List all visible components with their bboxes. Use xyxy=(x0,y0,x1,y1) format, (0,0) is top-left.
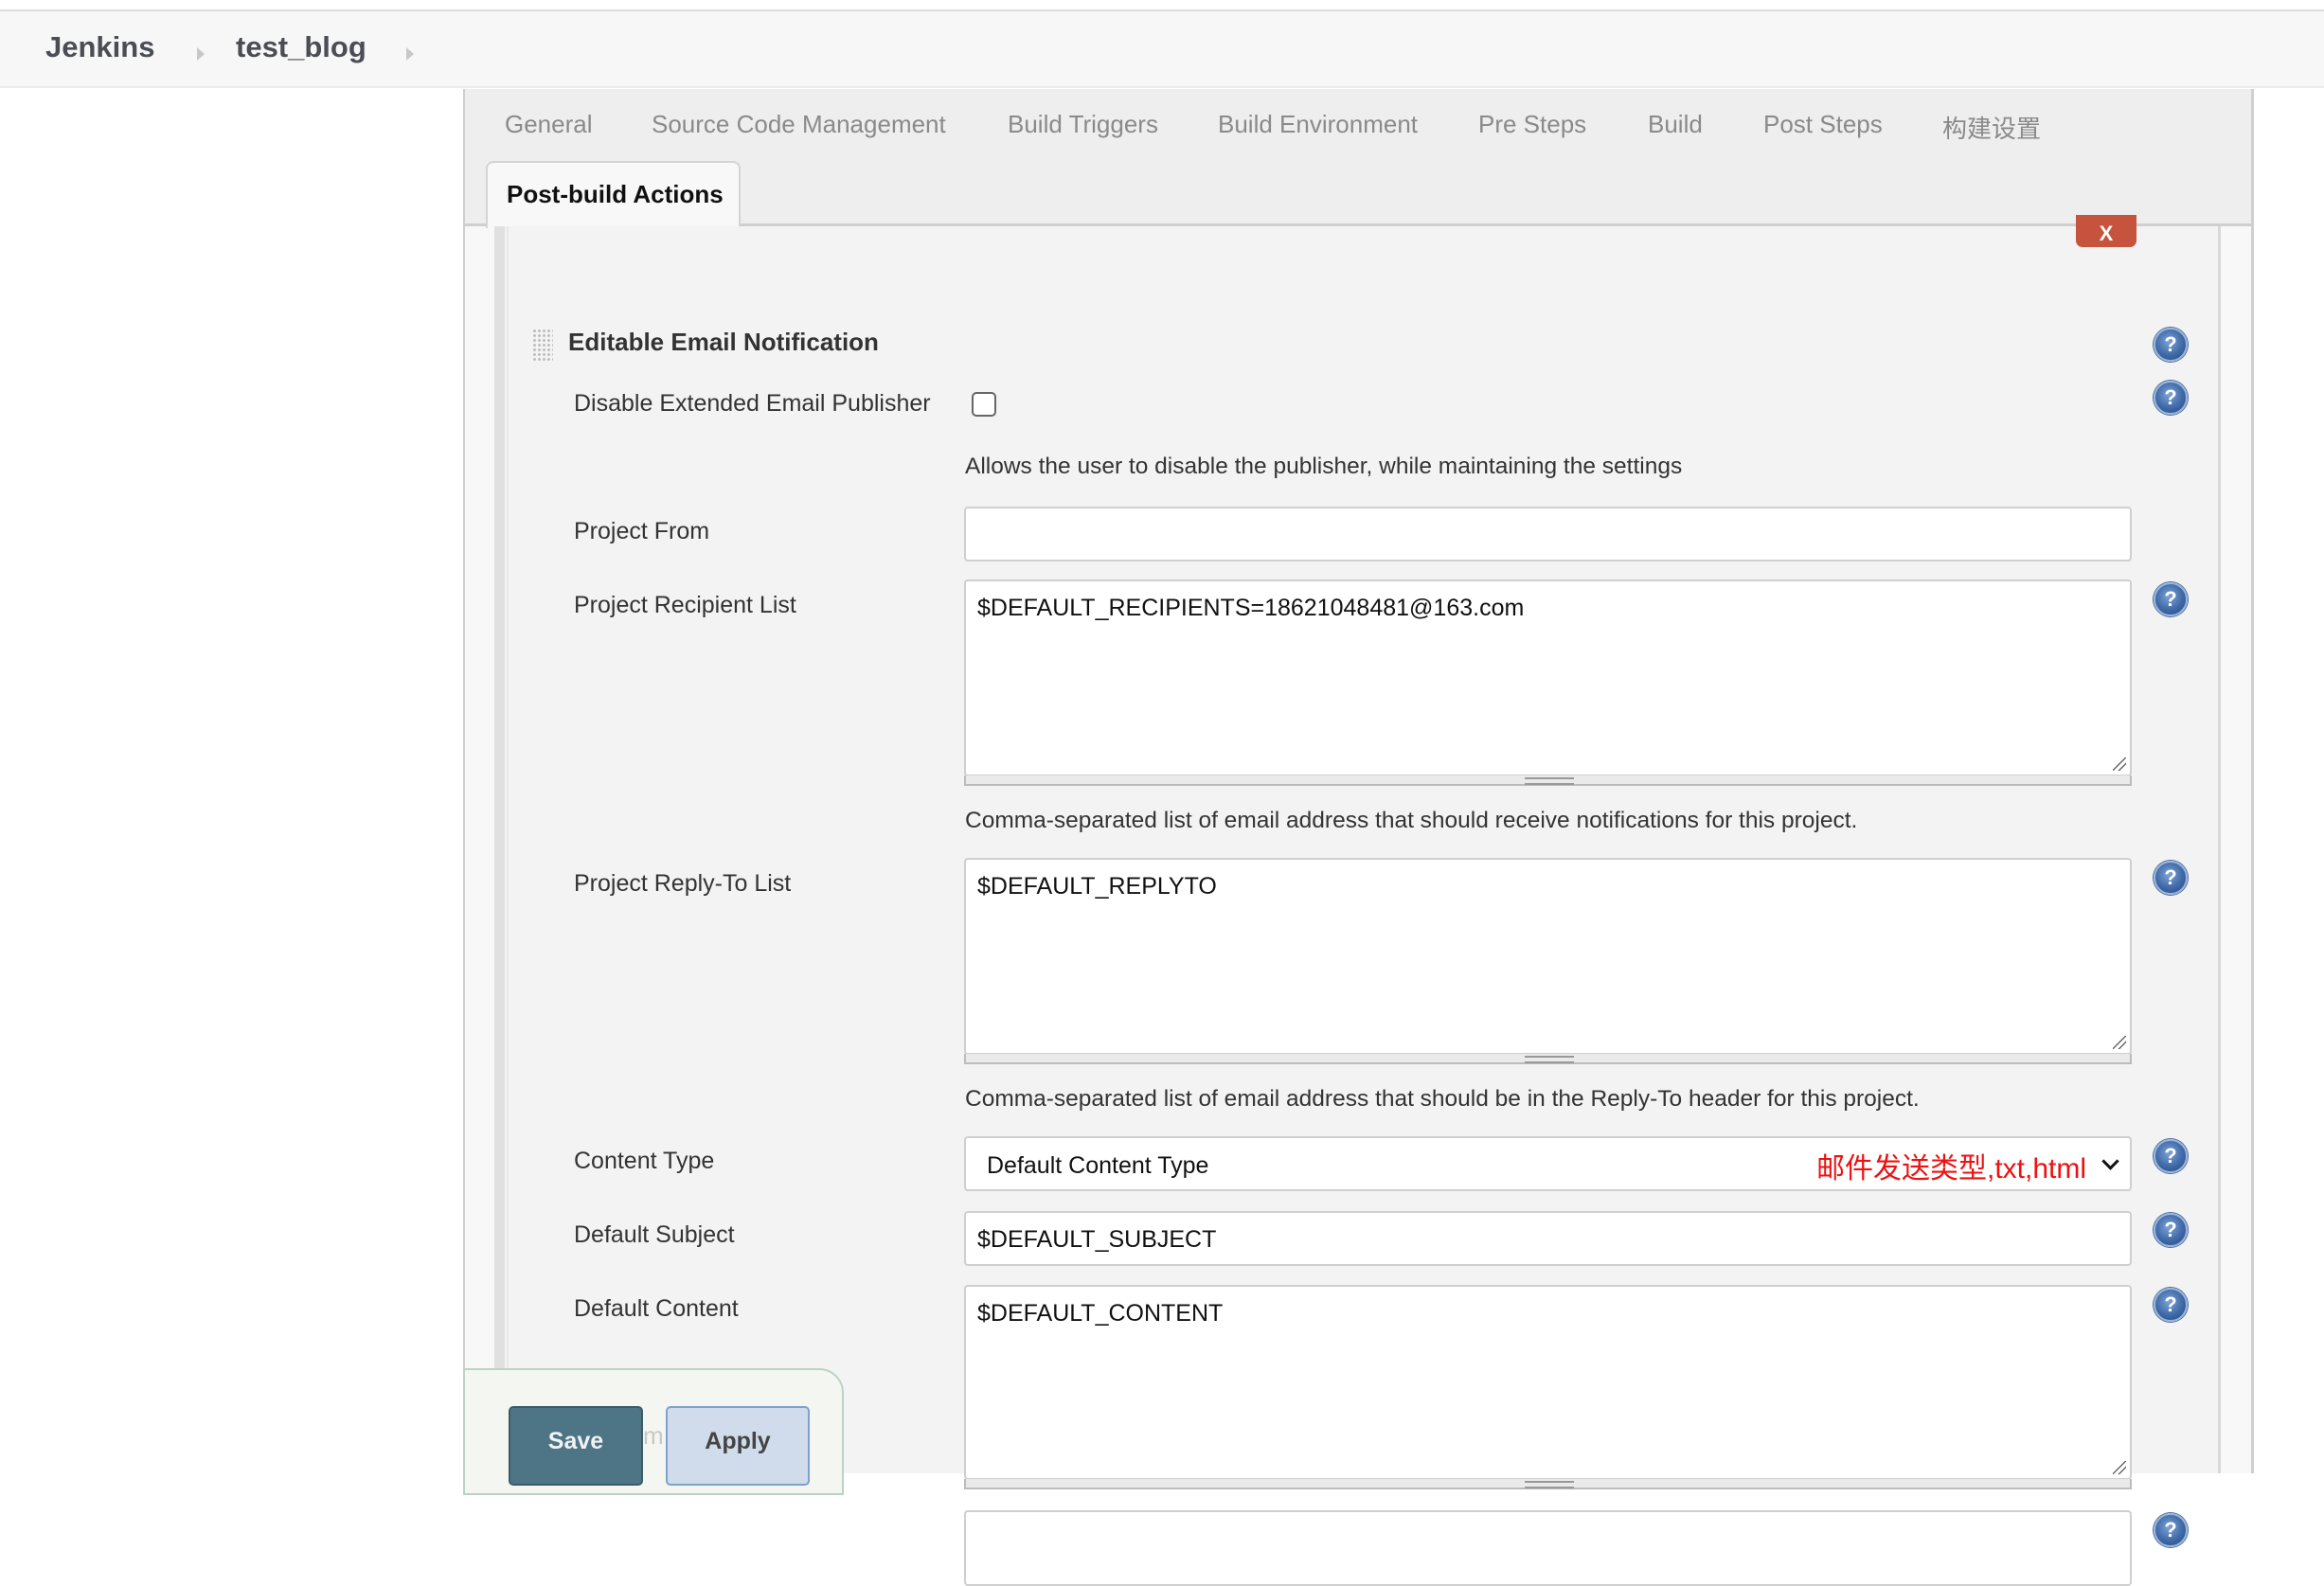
disable-publisher-checkbox[interactable] xyxy=(972,392,996,417)
help-icon[interactable]: ? xyxy=(2154,1213,2188,1247)
resize-grip-icon[interactable] xyxy=(2113,757,2126,771)
resize-grip-icon[interactable] xyxy=(2113,1461,2126,1474)
config-tabs: General Source Code Management Build Tri… xyxy=(465,89,2251,228)
recipient-list-textarea[interactable]: $DEFAULT_RECIPIENTS=18621048481@163.com xyxy=(964,579,2132,776)
apply-button[interactable]: Apply xyxy=(666,1406,810,1486)
drag-handle-icon[interactable] xyxy=(532,329,553,361)
bottom-sticky-bar: Save m Apply xyxy=(463,1368,844,1495)
content-type-value: Default Content Type xyxy=(987,1152,1209,1179)
section-left-bar xyxy=(494,226,505,1473)
editable-email-notification-section: X Editable Email Notification ? Disable … xyxy=(494,215,2221,1586)
textarea-resize-handle[interactable] xyxy=(964,1479,2132,1489)
textarea-resize-handle[interactable] xyxy=(964,775,2132,786)
breadcrumb-test-blog[interactable]: test_blog xyxy=(236,30,366,64)
default-subject-input[interactable]: $DEFAULT_SUBJECT xyxy=(964,1211,2132,1266)
tab-source-code-management[interactable]: Source Code Management xyxy=(652,110,946,139)
disable-publisher-help: Allows the user to disable the publisher… xyxy=(965,454,1683,479)
content-type-select[interactable]: Default Content Type 邮件发送类型,txt,html xyxy=(964,1136,2132,1191)
default-subject-label: Default Subject xyxy=(574,1221,735,1248)
tab-post-build-actions[interactable]: Post-build Actions xyxy=(486,161,741,228)
default-content-label: Default Content xyxy=(574,1295,739,1322)
tab-general[interactable]: General xyxy=(505,110,593,139)
project-from-input[interactable] xyxy=(964,507,2132,561)
tab-build-triggers[interactable]: Build Triggers xyxy=(1008,110,1158,139)
tab-build-settings[interactable]: 构建设置 xyxy=(1942,110,2041,145)
reply-to-textarea[interactable]: $DEFAULT_REPLYTO xyxy=(964,858,2132,1055)
tab-pre-steps[interactable]: Pre Steps xyxy=(1478,110,1586,139)
tab-build[interactable]: Build xyxy=(1648,110,1703,139)
recipient-list-value: $DEFAULT_RECIPIENTS=18621048481@163.com xyxy=(977,595,1525,621)
section-divider xyxy=(507,226,509,1473)
textarea-resize-handle[interactable] xyxy=(964,1054,2132,1064)
resize-grip-icon[interactable] xyxy=(2113,1036,2126,1049)
help-icon[interactable]: ? xyxy=(2154,582,2188,616)
help-icon[interactable]: ? xyxy=(2154,1288,2188,1322)
chevron-right-icon[interactable] xyxy=(197,47,205,61)
config-panel: General Source Code Management Build Tri… xyxy=(463,89,2254,1586)
reply-to-label: Project Reply-To List xyxy=(574,870,792,897)
help-icon[interactable]: ? xyxy=(2154,1139,2188,1173)
help-icon[interactable]: ? xyxy=(2154,861,2188,895)
breadcrumb: Jenkins test_blog xyxy=(0,11,2324,88)
breadcrumb-jenkins[interactable]: Jenkins xyxy=(45,30,154,64)
save-button[interactable]: Save xyxy=(509,1406,643,1486)
next-field-input[interactable] xyxy=(964,1510,2132,1586)
help-icon[interactable]: ? xyxy=(2154,328,2188,362)
default-content-textarea[interactable]: $DEFAULT_CONTENT xyxy=(964,1285,2132,1480)
chevron-right-icon[interactable] xyxy=(406,47,414,61)
delete-step-button[interactable]: X xyxy=(2076,215,2136,247)
recipient-list-label: Project Recipient List xyxy=(574,592,796,618)
help-icon[interactable]: ? xyxy=(2154,1513,2188,1547)
default-content-value: $DEFAULT_CONTENT xyxy=(977,1300,1224,1327)
chevron-down-icon xyxy=(2101,1152,2119,1170)
help-icon[interactable]: ? xyxy=(2154,381,2188,415)
reply-to-help: Comma-separated list of email address th… xyxy=(965,1086,1920,1112)
content-type-annotation: 邮件发送类型,txt,html xyxy=(1815,1153,2086,1185)
recipient-list-help: Comma-separated list of email address th… xyxy=(965,808,1858,833)
project-from-label: Project From xyxy=(574,518,710,544)
disable-publisher-label: Disable Extended Email Publisher xyxy=(574,390,931,417)
tab-post-steps[interactable]: Post Steps xyxy=(1763,110,1883,139)
reply-to-value: $DEFAULT_REPLYTO xyxy=(977,873,1217,900)
tab-post-build-actions-label: Post-build Actions xyxy=(507,180,724,208)
tab-build-environment[interactable]: Build Environment xyxy=(1218,110,1418,139)
section-title: Editable Email Notification xyxy=(568,328,879,356)
content-type-label: Content Type xyxy=(574,1148,715,1174)
obscured-text: m xyxy=(643,1421,664,1450)
